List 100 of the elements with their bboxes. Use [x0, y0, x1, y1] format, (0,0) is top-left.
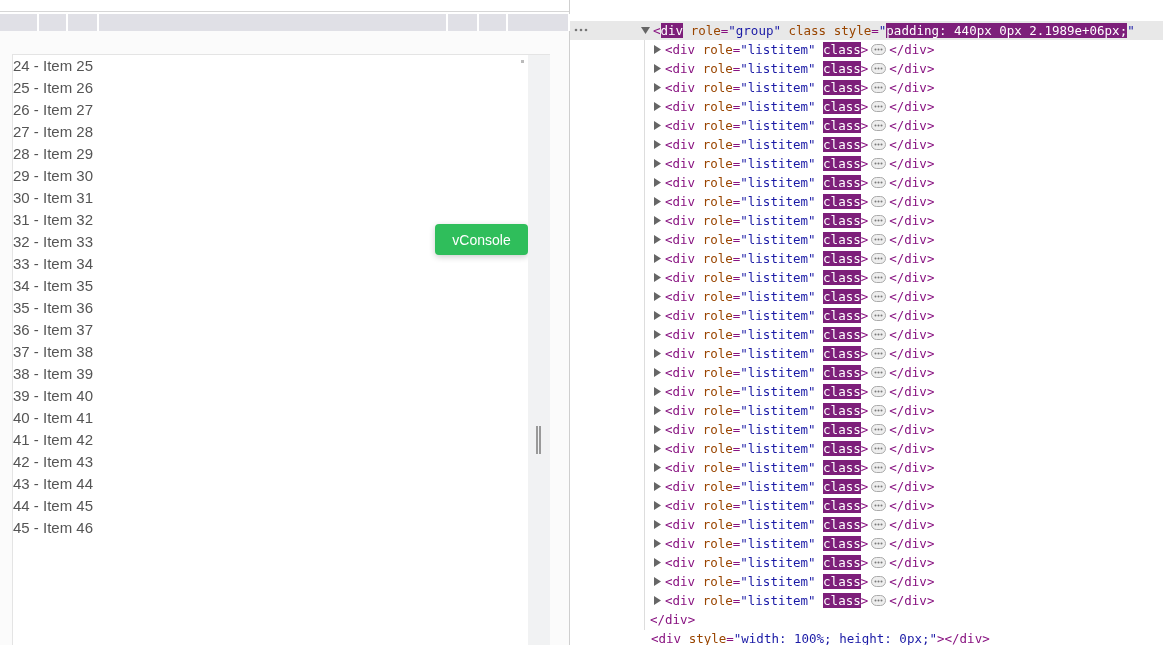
ellipsis-button[interactable] [871, 63, 887, 74]
ellipsis-button[interactable] [871, 234, 887, 245]
list-item: 39 - Item 40 [13, 386, 94, 406]
collapsed-triangle-icon[interactable] [653, 235, 662, 244]
collapsed-triangle-icon[interactable] [653, 406, 662, 415]
ellipsis-icon [874, 352, 884, 355]
ellipsis-button[interactable] [871, 215, 887, 226]
ellipsis-button[interactable] [871, 557, 887, 568]
collapsed-triangle-icon[interactable] [653, 292, 662, 301]
collapsed-triangle-icon[interactable] [653, 216, 662, 225]
closing-tag-code: </div> [889, 535, 935, 553]
more-dots-icon[interactable] [574, 28, 588, 32]
ellipsis-button[interactable] [871, 310, 887, 321]
collapsed-triangle-icon[interactable] [653, 463, 662, 472]
ellipsis-button[interactable] [871, 519, 887, 530]
closing-tag-code: </div> [889, 288, 935, 306]
ellipsis-button[interactable] [871, 481, 887, 492]
ellipsis-button[interactable] [871, 272, 887, 283]
html-tag-code: <div role="listitem" class> [665, 421, 869, 439]
closing-tag-code: </div> [889, 231, 935, 249]
ellipsis-icon [874, 276, 884, 279]
collapsed-triangle-icon[interactable] [653, 45, 662, 54]
html-tag-code: <div role="listitem" class> [665, 592, 869, 610]
list-item: 38 - Item 39 [13, 364, 94, 384]
ellipsis-icon [874, 466, 884, 469]
ellipsis-button[interactable] [871, 139, 887, 150]
ellipsis-button[interactable] [871, 253, 887, 264]
ellipsis-button[interactable] [871, 367, 887, 378]
closing-tag-code: </div> [889, 421, 935, 439]
ellipsis-icon [874, 371, 884, 374]
ellipsis-icon [874, 124, 884, 127]
collapsed-triangle-icon[interactable] [653, 482, 662, 491]
collapsed-triangle-icon[interactable] [653, 501, 662, 510]
html-tag-code: <div role="listitem" class> [665, 288, 869, 306]
ellipsis-button[interactable] [871, 329, 887, 340]
ellipsis-button[interactable] [871, 386, 887, 397]
ellipsis-button[interactable] [871, 405, 887, 416]
ellipsis-icon [874, 409, 884, 412]
collapsed-triangle-icon[interactable] [653, 425, 662, 434]
ellipsis-button[interactable] [871, 82, 887, 93]
html-tag-code: <div role="listitem" class> [665, 41, 869, 59]
ellipsis-icon [874, 143, 884, 146]
list-item: 33 - Item 34 [13, 254, 94, 274]
ellipsis-icon [874, 333, 884, 336]
ellipsis-button[interactable] [871, 595, 887, 606]
ellipsis-button[interactable] [871, 424, 887, 435]
collapsed-triangle-icon[interactable] [653, 121, 662, 130]
closing-tag-code: </div> [889, 478, 935, 496]
closing-tag-code: </div> [889, 592, 935, 610]
closing-tag-code: </div> [889, 307, 935, 325]
collapsed-triangle-icon[interactable] [653, 596, 662, 605]
collapsed-triangle-icon[interactable] [653, 444, 662, 453]
collapsed-triangle-icon[interactable] [653, 159, 662, 168]
ellipsis-button[interactable] [871, 462, 887, 473]
ellipsis-button[interactable] [871, 443, 887, 454]
html-tag-code: <div role="listitem" class> [665, 117, 869, 135]
ellipsis-button[interactable] [871, 101, 887, 112]
collapsed-triangle-icon[interactable] [653, 349, 662, 358]
ellipsis-button[interactable] [871, 120, 887, 131]
list-item: 31 - Item 32 [13, 210, 94, 230]
ellipsis-icon [874, 48, 884, 51]
collapsed-triangle-icon[interactable] [653, 311, 662, 320]
ellipsis-button[interactable] [871, 576, 887, 587]
collapsed-triangle-icon[interactable] [653, 539, 662, 548]
ellipsis-icon [874, 200, 884, 203]
ellipsis-button[interactable] [871, 500, 887, 511]
expanded-triangle-icon[interactable] [641, 26, 650, 35]
ellipsis-button[interactable] [871, 44, 887, 55]
html-tag-code: <div role="listitem" class> [665, 174, 869, 192]
collapsed-triangle-icon[interactable] [653, 330, 662, 339]
ellipsis-button[interactable] [871, 291, 887, 302]
ellipsis-button[interactable] [871, 348, 887, 359]
list-item: 28 - Item 29 [13, 144, 94, 164]
html-tag-code: <div role="listitem" class> [665, 98, 869, 116]
closing-tag-code: </div> [889, 326, 935, 344]
list-item: 42 - Item 43 [13, 452, 94, 472]
collapsed-triangle-icon[interactable] [653, 178, 662, 187]
resize-handle[interactable] [536, 426, 541, 454]
collapsed-triangle-icon[interactable] [653, 140, 662, 149]
ellipsis-button[interactable] [871, 196, 887, 207]
collapsed-triangle-icon[interactable] [653, 64, 662, 73]
ellipsis-button[interactable] [871, 177, 887, 188]
selected-code-row[interactable]: <div role="group" class style="padding: 440px 0px 2.1989e+06px;" [570, 21, 1163, 40]
ellipsis-button[interactable] [871, 158, 887, 169]
collapsed-triangle-icon[interactable] [653, 577, 662, 586]
collapsed-triangle-icon[interactable] [653, 368, 662, 377]
closing-tag-code: </div> [889, 250, 935, 268]
ellipsis-button[interactable] [871, 538, 887, 549]
collapsed-triangle-icon[interactable] [653, 197, 662, 206]
collapsed-triangle-icon[interactable] [653, 558, 662, 567]
closing-tag-code: </div> [889, 79, 935, 97]
collapsed-triangle-icon[interactable] [653, 83, 662, 92]
collapsed-triangle-icon[interactable] [653, 102, 662, 111]
ellipsis-icon [874, 162, 884, 165]
collapsed-triangle-icon[interactable] [653, 273, 662, 282]
html-tag-code: <div role="listitem" class> [665, 250, 869, 268]
collapsed-triangle-icon[interactable] [653, 254, 662, 263]
collapsed-triangle-icon[interactable] [653, 520, 662, 529]
list-item: 32 - Item 33 [13, 232, 94, 252]
collapsed-triangle-icon[interactable] [653, 387, 662, 396]
